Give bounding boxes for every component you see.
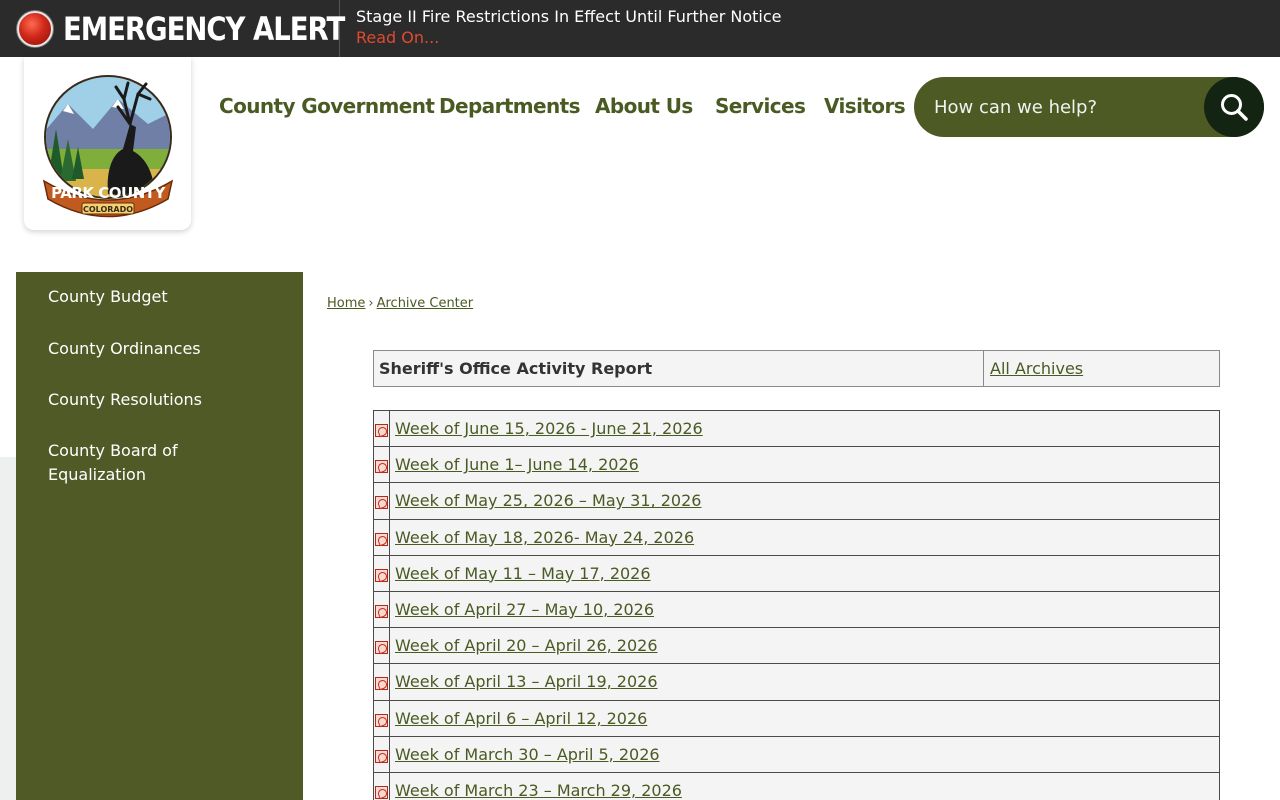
logo-state-name: COLORADO [82,205,132,214]
archive-link[interactable]: Week of April 13 – April 19, 2026 [390,664,658,699]
pdf-icon [375,532,388,546]
park-county-logo[interactable]: PARK COUNTY COLORADO [24,57,191,230]
pdf-icon [375,568,388,582]
archive-link[interactable]: Week of June 1– June 14, 2026 [390,447,639,482]
archive-link[interactable]: Week of April 27 – May 10, 2026 [390,592,654,627]
list-item: Week of June 1– June 14, 2026 [373,446,1220,484]
alert-message: Stage II Fire Restrictions In Effect Unt… [356,7,782,26]
list-item: Week of April 6 – April 12, 2026 [373,699,1220,737]
search-icon [1221,94,1248,121]
sidebar-item-board-of-equalization[interactable]: County Board of Equalization [48,439,268,487]
nav-county-government[interactable]: County Government [219,94,435,118]
list-item: Week of May 18, 2026- May 24, 2026 [373,518,1220,556]
row-icon-cell [374,555,390,591]
list-item: Week of April 13 – April 19, 2026 [373,663,1220,701]
pdf-icon [375,496,388,510]
alert-title: EMERGENCY ALERT [63,9,345,48]
row-icon-cell [374,447,390,483]
logo-county-name: PARK COUNTY [51,184,166,202]
sidebar-item-county-resolutions[interactable]: County Resolutions [48,388,268,412]
alert-light-icon [17,10,53,47]
search-button[interactable] [1204,77,1264,137]
pdf-icon [375,460,388,474]
pdf-icon [375,641,388,655]
sidebar-item-county-budget[interactable]: County Budget [48,285,268,309]
archive-header-table: Sheriff's Office Activity Report All Arc… [373,350,1220,387]
row-icon-cell [374,519,390,555]
row-icon-cell [374,772,390,800]
archive-link[interactable]: Week of May 25, 2026 – May 31, 2026 [390,483,701,518]
list-item: Week of April 20 – April 26, 2026 [373,627,1220,665]
archive-link[interactable]: Week of April 20 – April 26, 2026 [390,628,658,663]
list-item: Week of March 30 – April 5, 2026 [373,735,1220,773]
pdf-icon [375,604,388,618]
row-icon-cell [374,736,390,772]
nav-departments[interactable]: Departments [439,94,581,118]
site-search [914,77,1264,137]
all-archives-link[interactable]: All Archives [984,351,1083,386]
breadcrumb: Home › Archive Center [327,296,473,311]
archive-link[interactable]: Week of May 11 – May 17, 2026 [390,556,651,591]
row-icon-cell [374,628,390,664]
list-item: Week of April 27 – May 10, 2026 [373,590,1220,629]
list-item: Week of May 11 – May 17, 2026 [373,554,1220,592]
archive-link[interactable]: Week of June 15, 2026 - June 21, 2026 [390,411,703,446]
archive-title: Sheriff's Office Activity Report [374,351,984,386]
archive-link[interactable]: Week of April 6 – April 12, 2026 [390,701,647,736]
row-icon-cell [374,700,390,736]
list-item: Week of June 15, 2026 - June 21, 2026 [373,410,1220,448]
sidebar-item-county-ordinances[interactable]: County Ordinances [48,337,268,361]
pdf-icon [375,785,388,799]
pdf-icon [375,713,388,727]
sidebar-menu: County Budget County Ordinances County R… [16,272,303,800]
row-icon-cell [374,483,390,519]
archive-link[interactable]: Week of May 18, 2026- May 24, 2026 [390,520,694,555]
row-icon-cell [374,591,390,628]
search-input[interactable] [934,91,1204,123]
elk-logo-icon: PARK COUNTY COLORADO [42,74,173,217]
nav-about-us[interactable]: About Us [595,94,693,118]
main-content: Home › Archive Center Sheriff's Office Act… [303,272,1280,800]
nav-visitors[interactable]: Visitors [824,94,906,118]
nav-services[interactable]: Services [715,94,806,118]
archive-link[interactable]: Week of March 30 – April 5, 2026 [390,737,660,772]
list-item: Week of May 25, 2026 – May 31, 2026 [373,482,1220,520]
breadcrumb-separator: › [368,296,374,311]
pdf-icon [375,749,388,763]
row-icon-cell [374,664,390,700]
pdf-icon [375,677,388,691]
emergency-alert-bar: EMERGENCY ALERT Stage II Fire Restrictio… [0,0,1280,57]
list-item: Week of March 23 – March 29, 2026 [373,771,1220,800]
alert-content: Stage II Fire Restrictions In Effect Unt… [340,0,782,57]
archive-list: Week of June 15, 2026 - June 21, 2026 We… [373,410,1220,800]
breadcrumb-home-link[interactable]: Home [327,296,365,311]
alert-title-block: EMERGENCY ALERT [0,0,345,57]
archive-link[interactable]: Week of March 23 – March 29, 2026 [390,773,682,800]
breadcrumb-archive-center-link[interactable]: Archive Center [377,296,474,311]
pdf-icon [375,424,388,437]
row-icon-cell [374,411,390,447]
alert-read-on-link[interactable]: Read On... [356,27,782,49]
